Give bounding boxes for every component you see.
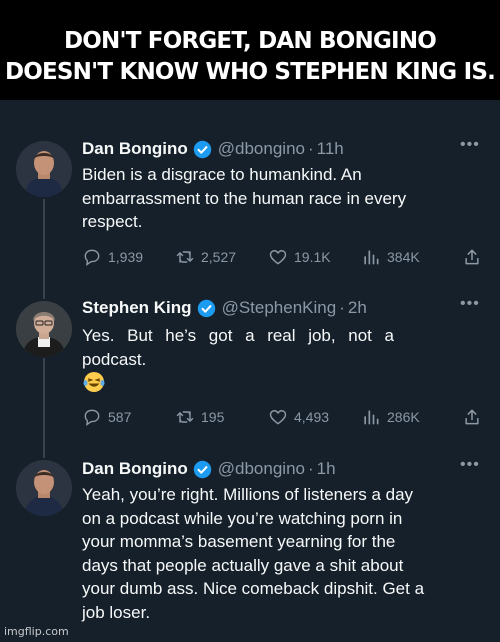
heart-icon — [269, 250, 287, 265]
laughing-tears-emoji-icon — [83, 372, 105, 392]
more-options-icon[interactable]: ••• — [460, 136, 480, 154]
like-button[interactable]: 19.1K — [268, 245, 331, 269]
tweet-text-line: days that people actually gave a shit ab… — [82, 555, 404, 575]
separator-dot: · — [307, 139, 314, 158]
reply-button[interactable]: 587 — [82, 405, 131, 429]
retweet-icon — [176, 251, 194, 263]
tweet-text-line: your momma’s basement yearning for the — [82, 532, 396, 551]
avatar[interactable] — [16, 460, 72, 516]
verified-badge-icon — [197, 299, 215, 317]
retweet-icon — [176, 411, 194, 423]
tweet-text: Biden is a disgrace to humankind. An emb… — [82, 163, 482, 234]
watermark: imgflip.com — [4, 625, 69, 638]
reply-icon — [84, 409, 100, 426]
retweet-button[interactable]: 2,527 — [175, 245, 236, 269]
timestamp[interactable]: 2h — [348, 298, 367, 318]
display-name[interactable]: Dan Bongino — [82, 139, 188, 159]
tweet-text-line: Biden is a disgrace to humankind. An — [82, 165, 362, 184]
like-count: 19.1K — [294, 249, 331, 265]
tweet-text-line: on a podcast while you’re watching porn … — [82, 508, 403, 528]
timestamp[interactable]: 11h — [317, 139, 344, 159]
views-button[interactable]: 384K — [361, 245, 420, 269]
meme-caption-line-2: DOESN'T KNOW WHO STEPHEN KING IS. — [4, 59, 496, 85]
tweet-actions: 587 195 4,493 286K — [82, 405, 482, 429]
thread-connector-line — [43, 358, 45, 458]
heart-icon — [269, 410, 287, 425]
tweet-text-line: Yes. But he’s got a real job, not a — [82, 326, 394, 345]
reply-count: 587 — [108, 409, 132, 425]
tweet-text-line: podcast. — [82, 349, 147, 369]
tweet-text: Yes. But he’s got a real job, not a podc… — [82, 324, 482, 371]
separator-dot: · — [307, 459, 314, 478]
tweet-text-line: embarrassment to the human race in every — [82, 188, 407, 208]
user-handle[interactable]: @dbongino — [218, 459, 305, 479]
retweet-count: 195 — [201, 409, 225, 425]
view-count: 286K — [387, 409, 420, 425]
like-count: 4,493 — [294, 409, 330, 425]
share-icon — [465, 409, 479, 425]
display-name[interactable]: Dan Bongino — [82, 459, 188, 479]
tweet-text: Yeah, you’re right. Millions of listener… — [82, 483, 482, 624]
tweet-header: Dan Bongino @dbongino · 11h — [82, 138, 344, 160]
tweet-header: Dan Bongino @dbongino · 1h — [82, 458, 336, 480]
views-button[interactable]: 286K — [361, 405, 420, 429]
display-name[interactable]: Stephen King — [82, 298, 192, 318]
avatar[interactable] — [16, 141, 72, 197]
thread-connector-line — [43, 199, 45, 299]
views-chart-icon — [364, 410, 379, 425]
retweet-button[interactable]: 195 — [175, 405, 224, 429]
share-button[interactable] — [462, 405, 482, 429]
views-chart-icon — [364, 250, 379, 265]
timestamp[interactable]: 1h — [317, 459, 336, 479]
verified-badge-icon — [193, 140, 211, 158]
view-count: 384K — [387, 249, 420, 265]
more-options-icon[interactable]: ••• — [460, 295, 480, 313]
separator-dot: · — [339, 298, 345, 317]
tweet-actions: 1,939 2,527 19.1K 384K — [82, 245, 482, 269]
reply-count: 1,939 — [108, 249, 144, 265]
user-handle[interactable]: @dbongino — [218, 139, 305, 159]
tweet-text-line: your dumb ass. Nice comeback dipshit. Ge… — [82, 579, 425, 598]
tweet-text-line: job loser. — [82, 602, 151, 622]
tweet-text-line: respect. — [82, 212, 143, 231]
like-button[interactable]: 4,493 — [268, 405, 329, 429]
retweet-count: 2,527 — [201, 249, 237, 265]
avatar[interactable] — [16, 301, 72, 357]
tweet-text-line: Yeah, you’re right. Millions of listener… — [82, 485, 414, 504]
tweet-header: Stephen King @StephenKing · 2h — [82, 297, 367, 319]
reply-icon — [84, 249, 100, 266]
meme-caption-line-1: DON'T FORGET, DAN BONGINO — [63, 28, 437, 54]
more-options-icon[interactable]: ••• — [460, 456, 480, 474]
reply-button[interactable]: 1,939 — [82, 245, 143, 269]
user-handle[interactable]: @StephenKing — [222, 298, 337, 318]
share-button[interactable] — [462, 245, 482, 269]
verified-badge-icon — [193, 460, 211, 478]
share-icon — [465, 249, 479, 265]
